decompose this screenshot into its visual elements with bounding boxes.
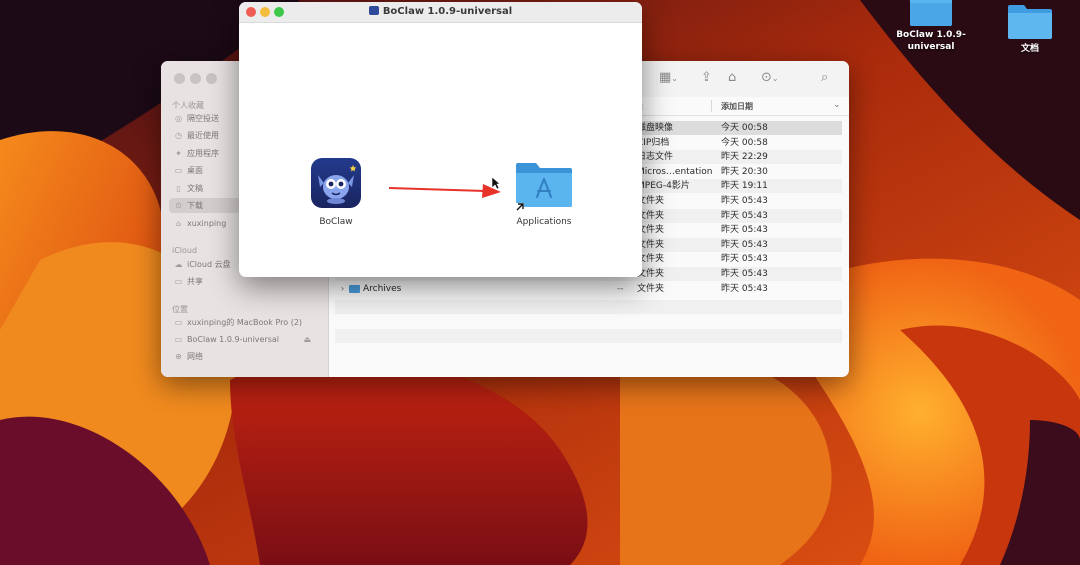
network-icon: ⊕: [175, 352, 182, 361]
sidebar-item-label: iCloud 云盘: [187, 260, 231, 269]
tag-icon[interactable]: ⌂: [728, 70, 736, 86]
desktop-icon-label: BoClaw 1.0.9-universal: [896, 30, 966, 52]
file-date-added: 昨天 19:11: [721, 181, 768, 192]
sidebar-item-label: 桌面: [187, 166, 203, 175]
file-kind: Micros…entation: [637, 166, 713, 177]
file-date-added: 今天 00:58: [721, 137, 768, 148]
apps-icon: ✦: [175, 149, 182, 158]
close-button[interactable]: [174, 73, 185, 84]
empty-row: [335, 300, 842, 315]
file-name: Archives: [363, 283, 402, 294]
file-date-added: 昨天 05:43: [721, 254, 768, 265]
column-divider: [711, 100, 712, 112]
empty-row: [335, 329, 842, 344]
column-date-added-header[interactable]: 添加日期: [721, 101, 753, 112]
window-title-text: BoClaw 1.0.9-universal: [382, 6, 513, 17]
file-kind: MPEG-4影片: [637, 181, 690, 192]
home-icon: ⌂: [175, 219, 182, 228]
file-date-added: 昨天 05:43: [721, 225, 768, 236]
file-date-added: 昨天 05:43: [721, 196, 768, 206]
desktop-icon-boclaw-folder[interactable]: BoClaw 1.0.9-universal: [893, 0, 969, 53]
sidebar-item-label: xuxinping的 MacBook Pro (2): [187, 318, 303, 327]
sidebar-item-label: BoClaw 1.0.9-universal: [187, 335, 280, 344]
cloud-icon: ☁: [174, 260, 183, 269]
desktop-icon: ▭: [174, 166, 183, 175]
empty-row: [335, 315, 842, 329]
file-date-added: 昨天 05:43: [721, 283, 768, 294]
sidebar-item-macbook[interactable]: ▭ xuxinping的 MacBook Pro (2): [169, 315, 319, 330]
folder-icon: [349, 284, 360, 293]
sidebar-item-network[interactable]: ⊕ 网络: [169, 349, 319, 364]
shared-folder-icon: ▭: [174, 277, 183, 286]
view-grid-icon[interactable]: ▦⌄: [659, 70, 678, 87]
share-icon[interactable]: ⇪: [701, 70, 712, 86]
folder-icon: [1008, 5, 1052, 39]
more-actions-icon[interactable]: ⊙⌄: [761, 70, 779, 87]
desktop-icon-documents-folder[interactable]: 文档: [1002, 2, 1058, 55]
file-kind: 磁盘映像: [637, 123, 674, 133]
empty-row: [335, 344, 842, 358]
boclaw-app-icon[interactable]: [310, 157, 362, 209]
file-kind: 日志文件: [637, 152, 674, 163]
eject-icon[interactable]: ⏏: [303, 332, 311, 347]
document-icon: ▯: [176, 184, 181, 193]
desktop-icon-label: 文档: [1020, 44, 1039, 54]
minimize-button[interactable]: [190, 73, 201, 84]
window-title: BoClaw 1.0.9-universal: [239, 6, 642, 17]
sidebar-item-label: 文稿: [187, 184, 203, 193]
file-date-added: 昨天 20:30: [721, 166, 768, 177]
dmg-titlebar: BoClaw 1.0.9-universal: [239, 2, 642, 23]
file-row[interactable]: › Archives -- 文件夹 昨天 05:43: [335, 282, 842, 296]
dmg-installer-window: BoClaw 1.0.9-universal BoClaw Applicatio…: [239, 2, 642, 277]
file-date-added: 今天 00:58: [721, 123, 768, 133]
applications-folder-label: Applications: [516, 217, 572, 227]
search-icon[interactable]: ⌕: [821, 70, 828, 86]
sidebar-item-label: xuxinping: [187, 219, 227, 228]
file-size: --: [617, 283, 624, 294]
sidebar-item-label: 最近使用: [187, 131, 219, 140]
sidebar-item-label: 隔空投送: [187, 114, 219, 123]
airdrop-icon: ◎: [175, 114, 182, 123]
disclosure-triangle-icon[interactable]: ›: [341, 282, 344, 296]
sidebar-section-favorites: 个人收藏: [172, 101, 204, 110]
file-date-added: 昨天 05:43: [721, 210, 768, 221]
clock-icon: ◷: [175, 131, 182, 140]
sidebar-item-label: 共享: [187, 277, 203, 286]
disk-image-icon: [368, 6, 379, 15]
file-date-added: 昨天 05:43: [721, 239, 768, 250]
file-date-added: 昨天 22:29: [721, 152, 768, 163]
chevron-down-icon[interactable]: ⌄: [833, 100, 841, 110]
file-kind: 文件夹: [637, 283, 665, 294]
laptop-icon: ▭: [174, 318, 183, 327]
drag-arrow-icon: [389, 184, 501, 198]
folder-icon: [910, 0, 952, 26]
download-icon: ⊙: [175, 201, 182, 210]
file-date-added: 昨天 05:43: [721, 269, 768, 279]
sidebar-item-boclaw-volume[interactable]: ▭ BoClaw 1.0.9-universal ⏏: [169, 332, 319, 347]
zoom-button[interactable]: [206, 73, 217, 84]
boclaw-app-label: BoClaw: [319, 217, 353, 227]
sidebar-item-label: 网络: [187, 352, 203, 361]
sidebar-item-label: 应用程序: [187, 149, 219, 158]
sidebar-item-label: 下载: [187, 201, 203, 210]
sidebar-section-icloud: iCloud: [172, 246, 198, 255]
applications-folder-icon[interactable]: [514, 159, 574, 211]
disk-icon: ▭: [174, 335, 183, 344]
sidebar-section-locations: 位置: [172, 305, 188, 314]
mouse-cursor-icon: [491, 176, 501, 190]
